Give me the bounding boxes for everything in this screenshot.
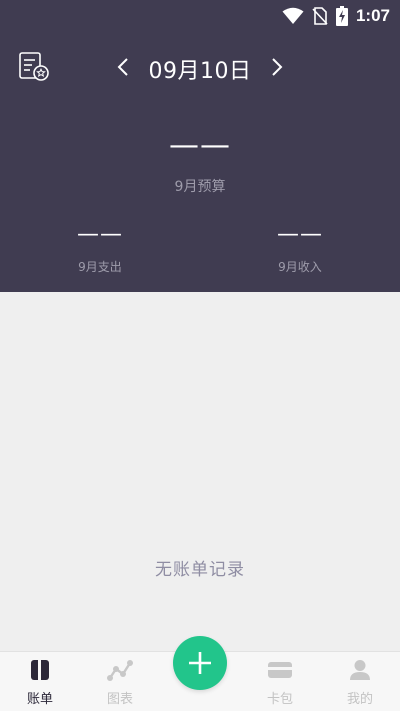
expense-summary[interactable]: —— 9月支出 — [25, 222, 175, 275]
status-icons: 1:07 — [282, 6, 390, 26]
card-icon — [267, 658, 293, 682]
book-icon — [27, 658, 53, 682]
header: 1:07 09月10日 —— 9月预算 —— 9月支出 —— 9月收入 — [0, 0, 400, 292]
tab-label: 卡包 — [266, 692, 293, 707]
tab-label: 账单 — [26, 692, 53, 707]
tab-label: 图表 — [106, 692, 133, 707]
chart-icon — [107, 658, 133, 682]
tab-label: 我的 — [346, 692, 373, 707]
tab-charts[interactable]: 图表 — [80, 658, 160, 707]
current-date[interactable]: 09月10日 — [0, 53, 400, 85]
budget-value[interactable]: —— — [0, 128, 400, 163]
tab-bills[interactable]: 账单 — [0, 658, 80, 707]
date-navigator: 09月10日 — [0, 50, 400, 84]
income-value: —— — [277, 222, 323, 247]
add-record-button[interactable] — [173, 636, 227, 690]
next-date-button[interactable] — [265, 54, 289, 80]
battery-charging-icon — [335, 6, 348, 26]
status-bar: 1:07 — [0, 0, 400, 32]
income-label: 9月收入 — [278, 260, 322, 274]
budget-label: 9月预算 — [174, 179, 226, 195]
tab-me[interactable]: 我的 — [320, 658, 400, 707]
income-summary[interactable]: —— 9月收入 — [225, 222, 375, 275]
no-sim-icon — [312, 7, 328, 25]
tab-cards[interactable]: 卡包 — [240, 658, 320, 707]
status-time: 1:07 — [355, 6, 390, 25]
person-icon — [347, 658, 373, 682]
expense-value: —— — [77, 222, 123, 247]
empty-state-text: 无账单记录 — [155, 560, 245, 580]
plus-icon — [189, 652, 211, 674]
expense-label: 9月支出 — [78, 260, 122, 274]
chevron-right-icon — [272, 58, 283, 76]
wifi-icon — [282, 7, 304, 24]
